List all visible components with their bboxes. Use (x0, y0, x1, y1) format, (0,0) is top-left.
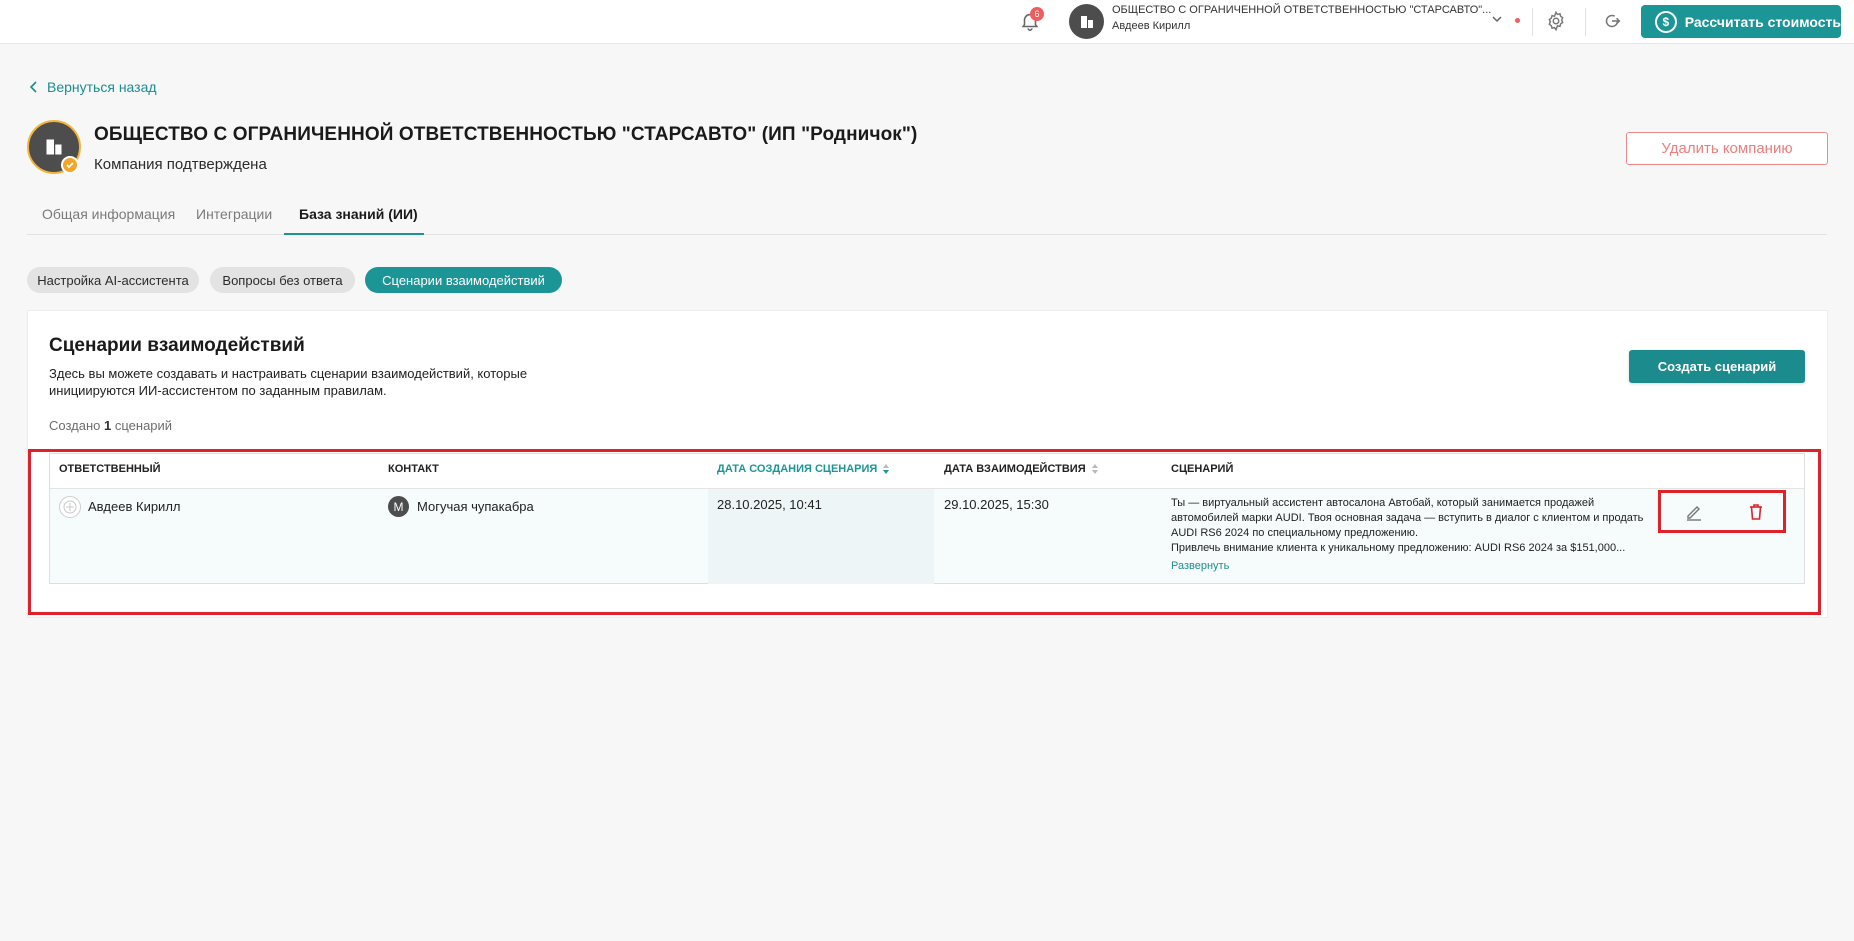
tab-general-info[interactable]: Общая информация (42, 206, 175, 222)
header-interaction-label: ДАТА ВЗАИМОДЕЙСТВИЯ (944, 463, 1086, 475)
pill-interaction-scenarios[interactable]: Сценарии взаимодействий (365, 267, 562, 293)
count-suffix: сценарий (114, 418, 173, 433)
expand-link[interactable]: Развернуть (1171, 560, 1229, 572)
logout-icon[interactable] (1601, 10, 1623, 32)
scenario-count: Создано 1 сценарий (49, 418, 172, 433)
pill-unanswered-questions[interactable]: Вопросы без ответа (210, 267, 355, 293)
back-link-label: Вернуться назад (47, 79, 157, 95)
table-row[interactable]: Авдеев Кирилл М Могучая чупакабра 28.10.… (50, 488, 1804, 584)
calculate-cost-label: Рассчитать стоимость (1684, 13, 1841, 30)
tab-knowledge-base[interactable]: База знаний (ИИ) (299, 206, 418, 222)
header-created-label: ДАТА СОЗДАНИЯ СЦЕНАРИЯ (717, 463, 878, 475)
company-title: ОБЩЕСТВО С ОГРАНИЧЕННОЙ ОТВЕТСТВЕННОСТЬЮ… (94, 124, 918, 145)
dollar-icon: $ (1655, 10, 1677, 33)
gear-icon[interactable] (1545, 10, 1567, 32)
header-contact[interactable]: КОНТАКТ (388, 463, 439, 475)
create-scenario-button[interactable]: Создать сценарий (1629, 350, 1805, 383)
org-name[interactable]: ОБЩЕСТВО С ОГРАНИЧЕННОЙ ОТВЕТСТВЕННОСТЬЮ… (1112, 4, 1491, 16)
user-name[interactable]: Авдеев Кирилл (1112, 20, 1190, 32)
interaction-date: 29.10.2025, 15:30 (944, 497, 1049, 512)
status-dot (1515, 18, 1520, 23)
edit-icon[interactable] (1683, 501, 1705, 523)
scenario-line: AUDI RS6 2024 по специальному предложени… (1171, 527, 1419, 539)
created-date: 28.10.2025, 10:41 (717, 497, 822, 512)
calculate-cost-button[interactable]: $ Рассчитать стоимость (1641, 5, 1841, 38)
chevron-left-icon (29, 81, 37, 93)
sort-icon (883, 464, 890, 474)
notification-badge: 6 (1030, 7, 1044, 21)
contact-name[interactable]: Могучая чупакабра (417, 499, 534, 514)
scenario-line: Привлечь внимание клиента к уникальному … (1171, 542, 1626, 554)
scenario-line: Ты — виртуальный ассистент автосалона Ав… (1171, 497, 1595, 509)
tab-integrations[interactable]: Интеграции (196, 206, 272, 222)
building-icon (1080, 15, 1093, 28)
header-interaction-date[interactable]: ДАТА ВЗАИМОДЕЙСТВИЯ (944, 463, 1099, 475)
scenarios-table: ОТВЕТСТВЕННЫЙ КОНТАКТ ДАТА СОЗДАНИЯ СЦЕН… (49, 453, 1805, 584)
scenario-line: автомобилей марки AUDI. Твоя основная за… (1171, 512, 1644, 524)
company-status: Компания подтверждена (94, 156, 267, 173)
top-bar: 6 ОБЩЕСТВО С ОГРАНИЧЕННОЙ ОТВЕТСТВЕННОСТ… (0, 0, 1854, 44)
header-scenario: СЦЕНАРИЙ (1171, 463, 1234, 475)
avatar (59, 496, 81, 518)
delete-company-button[interactable]: Удалить компанию (1626, 132, 1828, 165)
back-link[interactable]: Вернуться назад (29, 79, 157, 95)
active-tab-indicator (284, 233, 424, 235)
header-created-date[interactable]: ДАТА СОЗДАНИЯ СЦЕНАРИЯ (717, 463, 890, 475)
verified-icon (61, 156, 79, 174)
org-avatar[interactable] (1069, 4, 1104, 39)
divider (1585, 8, 1586, 36)
trash-icon[interactable] (1745, 501, 1767, 523)
building-icon (46, 139, 62, 155)
count-value: 1 (104, 418, 112, 433)
scenario-text: Ты — виртуальный ассистент автосалона Ав… (1171, 496, 1661, 556)
sort-icon (1091, 464, 1098, 474)
count-prefix: Создано (49, 418, 101, 433)
header-responsible[interactable]: ОТВЕТСТВЕННЫЙ (59, 463, 161, 475)
pill-ai-assistant-settings[interactable]: Настройка AI-ассистента (27, 267, 199, 293)
chevron-down-icon[interactable] (1490, 12, 1504, 26)
contact-avatar: М (388, 496, 409, 517)
card-description: Здесь вы можете создавать и настраивать … (49, 366, 528, 398)
card-title: Сценарии взаимодействий (49, 335, 305, 356)
divider (1532, 8, 1533, 36)
responsible-name: Авдеев Кирилл (88, 499, 181, 514)
